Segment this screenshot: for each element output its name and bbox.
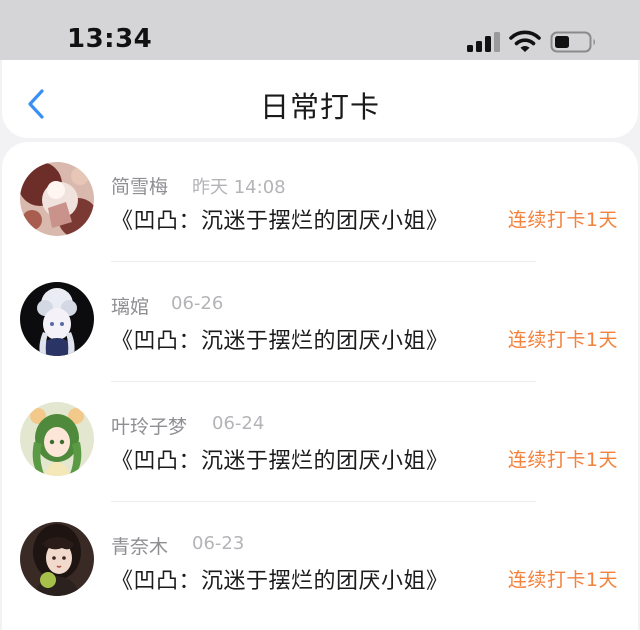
list-item[interactable]: 璃婠 06-26 《凹凸：沉迷于摆烂的团厌小姐》 连续打卡1天 xyxy=(2,262,638,382)
battery-icon xyxy=(550,31,595,53)
post-time: 06-23 xyxy=(192,533,245,554)
user-name[interactable]: 简雪梅 xyxy=(111,172,168,199)
book-title[interactable]: 《凹凸：沉迷于摆烂的团厌小姐》 xyxy=(111,443,449,475)
streak-label: 连续打卡1天 xyxy=(507,449,618,471)
book-title[interactable]: 《凹凸：沉迷于摆烂的团厌小姐》 xyxy=(111,203,449,235)
list-item[interactable]: 叶玲子梦 06-24 《凹凸：沉迷于摆烂的团厌小姐》 连续打卡1天 xyxy=(2,382,638,502)
avatar-image xyxy=(20,522,94,596)
avatar[interactable] xyxy=(20,522,94,596)
streak-label: 连续打卡1天 xyxy=(507,329,618,351)
list-item[interactable]: 青奈木 06-23 《凹凸：沉迷于摆烂的团厌小姐》 连续打卡1天 xyxy=(2,502,638,622)
cellular-signal-icon xyxy=(467,32,500,52)
nav-bar: 日常打卡 xyxy=(2,60,638,138)
post-time: 06-26 xyxy=(171,293,224,314)
checkin-list: 简雪梅 昨天 14:08 《凹凸：沉迷于摆烂的团厌小姐》 连续打卡1天 璃婠 0… xyxy=(2,142,638,630)
post-time: 06-24 xyxy=(212,413,265,434)
avatar[interactable] xyxy=(20,402,94,476)
avatar-image xyxy=(20,402,94,476)
streak-label: 连续打卡1天 xyxy=(507,569,618,591)
avatar-image xyxy=(20,282,94,356)
list-item[interactable]: 简雪梅 昨天 14:08 《凹凸：沉迷于摆烂的团厌小姐》 连续打卡1天 xyxy=(2,142,638,262)
user-name[interactable]: 青奈木 xyxy=(111,532,168,559)
avatar[interactable] xyxy=(20,162,94,236)
book-title[interactable]: 《凹凸：沉迷于摆烂的团厌小姐》 xyxy=(111,563,449,595)
page-title: 日常打卡 xyxy=(259,90,380,124)
user-name[interactable]: 璃婠 xyxy=(111,292,149,319)
book-title[interactable]: 《凹凸：沉迷于摆烂的团厌小姐》 xyxy=(111,323,449,355)
avatar-image xyxy=(20,162,94,236)
streak-label: 连续打卡1天 xyxy=(507,209,618,231)
post-time: 昨天 14:08 xyxy=(192,177,286,198)
status-time: 13:34 xyxy=(67,24,153,54)
avatar[interactable] xyxy=(20,282,94,356)
status-bar: 13:34 xyxy=(0,0,640,60)
user-name[interactable]: 叶玲子梦 xyxy=(111,412,187,439)
wifi-icon xyxy=(509,30,541,52)
